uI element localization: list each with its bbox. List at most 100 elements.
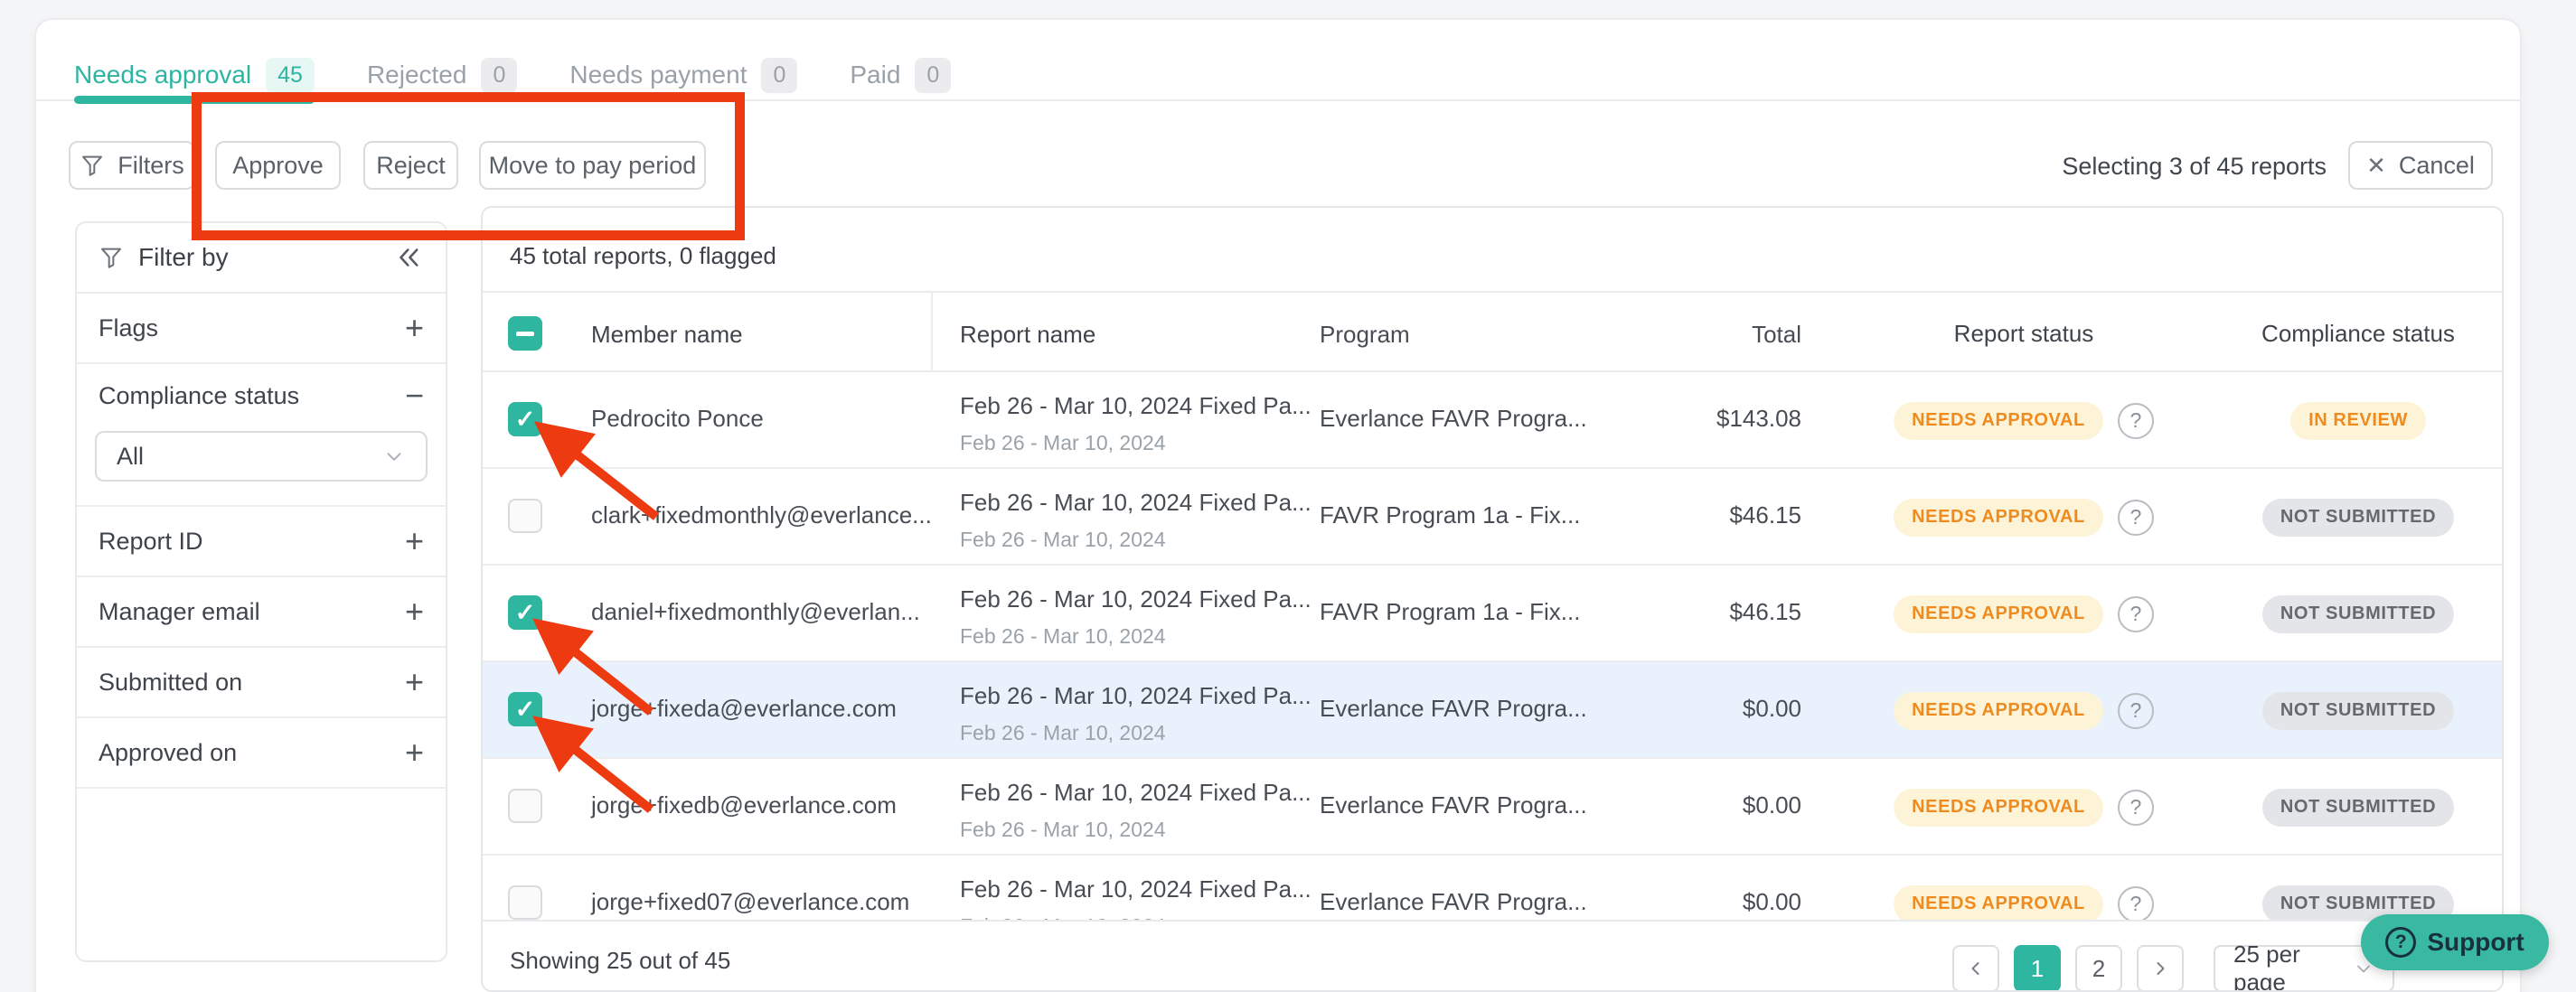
sidebar-section-flags[interactable]: Flags + (77, 294, 446, 364)
move-to-pay-period-button[interactable]: Move to pay period (479, 141, 706, 190)
sidebar-section-submitted-on[interactable]: Submitted on + (77, 648, 446, 718)
status-badge: NEEDS APPROVAL (1894, 499, 2103, 537)
help-circle-icon: ? (2385, 927, 2416, 958)
tab-paid[interactable]: Paid 0 (850, 54, 951, 96)
report-status-cell: NEEDS APPROVAL ? (1875, 759, 2173, 856)
program-cell: Everlance FAVR Progra... (1320, 405, 1587, 433)
help-icon[interactable]: ? (2118, 596, 2154, 632)
report-title: Feb 26 - Mar 10, 2024 Fixed Pa... (960, 489, 1303, 517)
status-badge: NEEDS APPROVAL (1894, 692, 2103, 730)
move-to-pay-period-label: Move to pay period (489, 152, 697, 180)
select-all-checkbox[interactable] (508, 316, 542, 351)
total-cell: $0.00 (1603, 695, 1801, 723)
help-icon[interactable]: ? (2118, 403, 2154, 439)
approve-button[interactable]: Approve (215, 141, 341, 190)
section-label: Flags (99, 314, 158, 342)
compliance-status-cell: NOT SUBMITTED (2211, 566, 2504, 662)
compliance-badge: NOT SUBMITTED (2262, 692, 2454, 730)
column-report-status: Report status (1875, 293, 2173, 374)
member-name-cell: clark+fixedmonthly@everlance... (591, 501, 932, 529)
compliance-status-cell: NOT SUBMITTED (2211, 469, 2504, 566)
page-2-button[interactable]: 2 (2075, 945, 2122, 992)
row-checkbox[interactable] (508, 692, 542, 726)
prev-page-button[interactable] (1952, 945, 1999, 992)
plus-icon[interactable]: + (405, 522, 424, 560)
row-checkbox[interactable] (508, 402, 542, 436)
report-status-cell: NEEDS APPROVAL ? (1875, 372, 2173, 469)
row-checkbox[interactable] (508, 595, 542, 630)
tab-label: Needs approval (74, 61, 251, 89)
table-row[interactable]: jorge+fixeda@everlance.com Feb 26 - Mar … (483, 662, 2502, 759)
compliance-status-select[interactable]: All (95, 431, 428, 482)
cancel-button[interactable]: ✕ Cancel (2348, 141, 2493, 190)
page-1-button[interactable]: 1 (2014, 945, 2061, 992)
tab-needs-payment[interactable]: Needs payment 0 (569, 54, 797, 96)
table-row[interactable]: Pedrocito Ponce Feb 26 - Mar 10, 2024 Fi… (483, 372, 2502, 469)
report-name-cell: Feb 26 - Mar 10, 2024 Fixed Pa... Feb 26… (960, 489, 1303, 552)
report-dates: Feb 26 - Mar 10, 2024 (960, 431, 1303, 455)
tab-bar: Needs approval 45 Rejected 0 Needs payme… (74, 54, 951, 96)
table-footer: Showing 25 out of 45 1 2 25 per page (483, 920, 2502, 992)
report-name-cell: Feb 26 - Mar 10, 2024 Fixed Pa... Feb 26… (960, 392, 1303, 455)
table-row[interactable]: jorge+fixedb@everlance.com Feb 26 - Mar … (483, 759, 2502, 856)
filter-sidebar: Filter by Flags + Compliance status − Al… (75, 221, 447, 962)
support-label: Support (2427, 928, 2524, 957)
help-icon[interactable]: ? (2118, 500, 2154, 536)
total-cell: $0.00 (1603, 791, 1801, 819)
member-name-cell: Pedrocito Ponce (591, 405, 764, 433)
compliance-status-header[interactable]: Compliance status − (77, 364, 446, 427)
section-label: Submitted on (99, 669, 242, 697)
cancel-label: Cancel (2399, 152, 2475, 180)
sidebar-section-report-id[interactable]: Report ID + (77, 507, 446, 577)
filters-label: Filters (118, 152, 184, 180)
row-checkbox[interactable] (508, 885, 542, 920)
section-label: Approved on (99, 739, 237, 767)
table-row[interactable]: daniel+fixedmonthly@everlan... Feb 26 - … (483, 566, 2502, 662)
plus-icon[interactable]: + (405, 734, 424, 772)
row-checkbox[interactable] (508, 499, 542, 533)
compliance-status-cell: IN REVIEW (2211, 372, 2504, 469)
support-button[interactable]: ? Support (2361, 914, 2549, 970)
plus-icon[interactable]: + (405, 663, 424, 701)
funnel-icon (99, 245, 124, 270)
reports-table-card: 45 total reports, 0 flagged Member name … (481, 206, 2504, 992)
report-title: Feb 26 - Mar 10, 2024 Fixed Pa... (960, 875, 1303, 903)
total-cell: $46.15 (1603, 501, 1801, 529)
reject-button[interactable]: Reject (363, 141, 458, 190)
column-total: Total (1603, 321, 1801, 349)
minus-icon[interactable]: − (405, 377, 424, 415)
funnel-icon (80, 153, 105, 178)
help-icon[interactable]: ? (2118, 790, 2154, 826)
tab-label: Paid (850, 61, 900, 89)
tab-rejected[interactable]: Rejected 0 (367, 54, 517, 96)
section-label: Compliance status (99, 382, 299, 410)
plus-icon[interactable]: + (405, 309, 424, 347)
close-icon: ✕ (2366, 152, 2386, 180)
report-status-cell: NEEDS APPROVAL ? (1875, 469, 2173, 566)
tab-needs-approval[interactable]: Needs approval 45 (74, 54, 315, 96)
next-page-button[interactable] (2137, 945, 2184, 992)
member-name-cell: daniel+fixedmonthly@everlan... (591, 598, 920, 626)
tab-count-badge: 0 (481, 58, 517, 93)
sidebar-section-manager-email[interactable]: Manager email + (77, 577, 446, 648)
report-title: Feb 26 - Mar 10, 2024 Fixed Pa... (960, 585, 1303, 613)
collapse-sidebar-icon[interactable] (393, 242, 424, 273)
plus-icon[interactable]: + (405, 593, 424, 631)
total-cell: $46.15 (1603, 598, 1801, 626)
sidebar-section-approved-on[interactable]: Approved on + (77, 718, 446, 789)
row-checkbox[interactable] (508, 789, 542, 823)
column-report-name: Report name (960, 321, 1303, 349)
filters-button[interactable]: Filters (69, 141, 195, 190)
report-dates: Feb 26 - Mar 10, 2024 (960, 721, 1303, 745)
section-label: Manager email (99, 598, 260, 626)
help-icon[interactable]: ? (2118, 886, 2154, 922)
compliance-badge: NOT SUBMITTED (2262, 499, 2454, 537)
status-badge: NEEDS APPROVAL (1894, 885, 2103, 923)
filter-sidebar-title: Filter by (138, 243, 229, 272)
per-page-value: 25 per page (2233, 941, 2342, 992)
report-dates: Feb 26 - Mar 10, 2024 (960, 818, 1303, 842)
chevron-down-icon (382, 445, 406, 468)
help-icon[interactable]: ? (2118, 693, 2154, 729)
tab-label: Rejected (367, 61, 467, 89)
table-row[interactable]: clark+fixedmonthly@everlance... Feb 26 -… (483, 469, 2502, 566)
